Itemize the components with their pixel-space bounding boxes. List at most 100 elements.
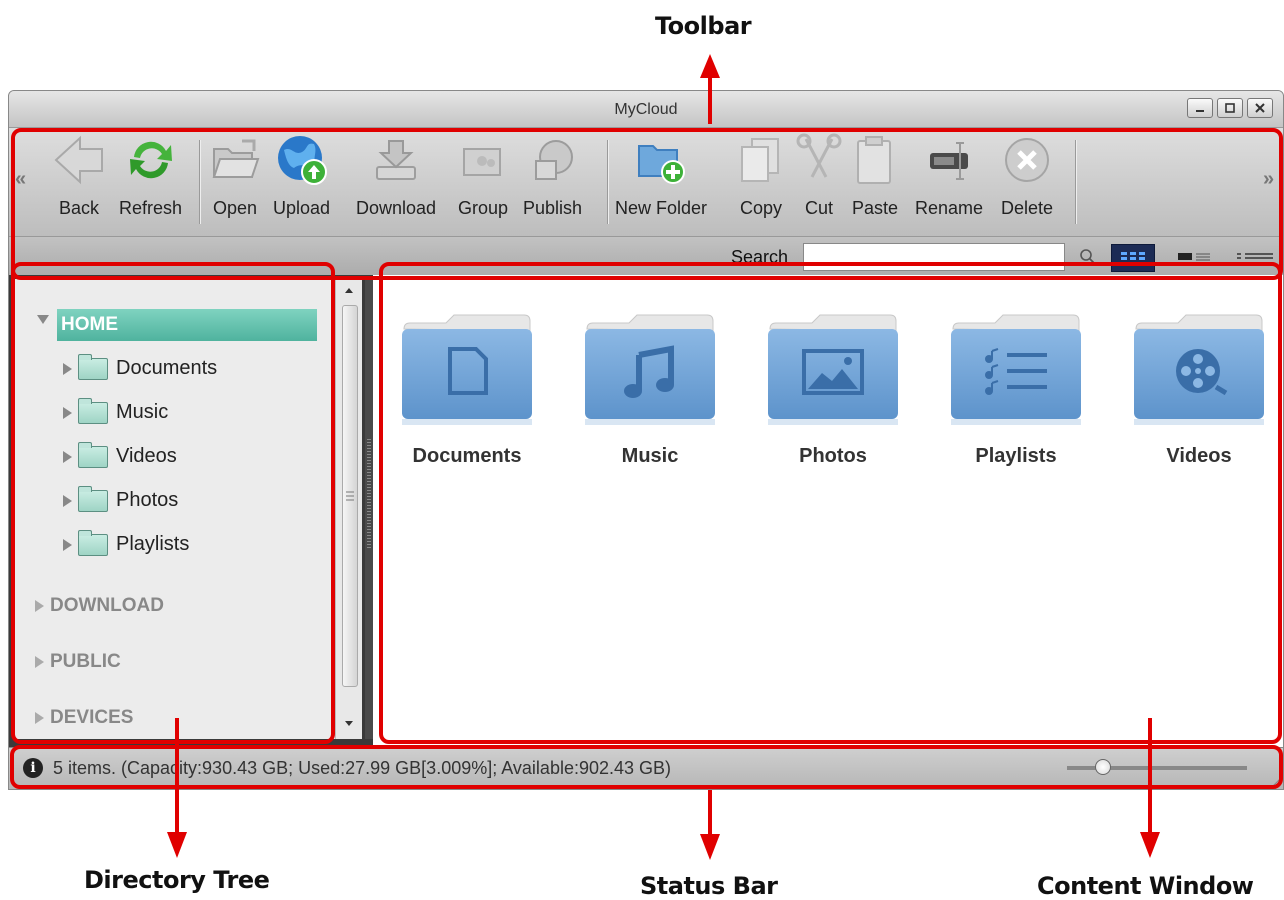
folder-icon: [78, 397, 108, 424]
tree-item-photos[interactable]: Photos: [63, 485, 179, 512]
new-folder-icon: [638, 145, 686, 184]
tree-item-devices[interactable]: DEVICES: [35, 707, 133, 729]
main-area: HOME Documents Music Videos Photos Playl…: [9, 275, 1283, 747]
tree-item-label: Documents: [116, 357, 218, 379]
folder-music[interactable]: Music: [570, 311, 730, 468]
close-button[interactable]: [1247, 98, 1273, 118]
list-view-icon: [1237, 253, 1273, 259]
group-button[interactable]: Group: [455, 132, 511, 219]
content-window: Documents Music Photos Playlists Videos: [373, 275, 1283, 747]
expand-triangle-icon: [37, 315, 49, 324]
tree-item-download[interactable]: DOWNLOAD: [35, 595, 164, 617]
callout-content-window: Content Window: [1037, 872, 1254, 900]
tree-item-label: Videos: [116, 445, 177, 467]
rename-button[interactable]: Rename: [915, 132, 983, 219]
open-button[interactable]: Open: [207, 132, 263, 219]
copy-icon: [741, 138, 779, 182]
collapse-triangle-icon: [63, 538, 72, 551]
delete-icon: [1005, 138, 1049, 182]
info-icon: i: [23, 758, 43, 778]
photo-icon: [768, 314, 898, 425]
directory-tree: HOME Documents Music Videos Photos Playl…: [13, 279, 335, 739]
window-title: MyCloud: [614, 101, 678, 118]
download-icon: [376, 140, 417, 180]
refresh-icon: [129, 141, 172, 179]
upload-button[interactable]: Upload: [273, 132, 330, 219]
toolbar-separator: [199, 140, 200, 224]
refresh-label: Refresh: [119, 198, 183, 218]
document-icon: [402, 314, 532, 425]
cut-button[interactable]: Cut: [791, 132, 847, 219]
paste-label: Paste: [851, 198, 899, 218]
search-label: Search: [731, 247, 789, 267]
download-button[interactable]: Download: [356, 132, 436, 219]
copy-button[interactable]: Copy: [733, 132, 789, 219]
tree-item-public[interactable]: PUBLIC: [35, 651, 121, 673]
grid-view-button[interactable]: [1111, 244, 1155, 272]
tree-item-videos[interactable]: Videos: [63, 441, 177, 468]
toolbar-scroll-left-button[interactable]: «: [15, 168, 26, 191]
folder-videos[interactable]: Videos: [1119, 311, 1279, 468]
zoom-slider[interactable]: [1067, 759, 1247, 775]
folder-icon: [78, 353, 108, 380]
refresh-button[interactable]: Refresh: [119, 132, 182, 219]
tree-item-label: Photos: [116, 489, 179, 511]
close-icon: [1255, 103, 1265, 113]
folder-label: Documents: [412, 445, 522, 467]
publish-label: Publish: [523, 198, 583, 218]
collapse-triangle-icon: [63, 494, 72, 507]
title-bar[interactable]: MyCloud: [9, 91, 1283, 128]
content-window-arrowhead-icon: [1140, 832, 1160, 858]
folder-icon: [78, 441, 108, 468]
new-folder-label: New Folder: [615, 198, 708, 218]
folder-label: Photos: [799, 445, 867, 467]
search-button[interactable]: [1075, 244, 1101, 270]
minimize-button[interactable]: [1187, 98, 1213, 118]
resize-grip-icon[interactable]: [1267, 776, 1281, 790]
list-view-button[interactable]: [1233, 244, 1277, 270]
tree-item-home-toggle[interactable]: [37, 315, 55, 324]
tree-item-label: PUBLIC: [50, 651, 121, 672]
delete-button[interactable]: Delete: [999, 132, 1055, 219]
tree-item-music[interactable]: Music: [63, 397, 168, 424]
status-bar-arrowhead-icon: [700, 834, 720, 860]
collapse-triangle-icon: [35, 656, 44, 668]
folder-label: Music: [621, 445, 679, 467]
zoom-slider-knob[interactable]: [1095, 759, 1111, 775]
playlist-icon: [951, 314, 1081, 425]
tree-item-playlists[interactable]: Playlists: [63, 529, 189, 556]
tree-item-documents[interactable]: Documents: [63, 353, 218, 380]
publish-button[interactable]: Publish: [523, 132, 582, 219]
folder-label: Playlists: [975, 445, 1057, 467]
paste-button[interactable]: Paste: [847, 132, 903, 219]
collapse-triangle-icon: [63, 406, 72, 419]
grip-icon: [346, 491, 354, 501]
upload-label: Upload: [273, 198, 331, 218]
music-note-icon: [585, 314, 715, 425]
maximize-button[interactable]: [1217, 98, 1243, 118]
folder-documents[interactable]: Documents: [387, 311, 547, 468]
scrollbar-thumb[interactable]: [342, 305, 358, 687]
toolbar-scroll-right-button[interactable]: »: [1263, 168, 1274, 191]
copy-label: Copy: [739, 198, 783, 218]
back-button[interactable]: Back: [51, 132, 107, 219]
back-arrow-icon: [54, 135, 103, 185]
rename-label: Rename: [915, 198, 984, 218]
tree-scrollbar[interactable]: [335, 279, 362, 739]
search-input[interactable]: [803, 243, 1065, 271]
film-reel-icon: [1134, 314, 1264, 425]
grid-view-icon: [1121, 252, 1145, 265]
rename-icon: [930, 142, 969, 180]
callout-toolbar: Toolbar: [655, 12, 752, 40]
detail-view-button[interactable]: [1175, 244, 1215, 270]
callout-status-bar: Status Bar: [640, 872, 778, 900]
download-label: Download: [356, 198, 437, 218]
pane-splitter[interactable]: [365, 279, 373, 739]
folder-playlists[interactable]: Playlists: [936, 311, 1096, 468]
clipboard-icon: [857, 136, 891, 184]
folder-photos[interactable]: Photos: [753, 311, 913, 468]
collapse-triangle-icon: [63, 450, 72, 463]
folder-label: Videos: [1166, 445, 1232, 467]
tree-item-home[interactable]: HOME: [57, 309, 317, 341]
new-folder-button[interactable]: New Folder: [615, 132, 707, 219]
